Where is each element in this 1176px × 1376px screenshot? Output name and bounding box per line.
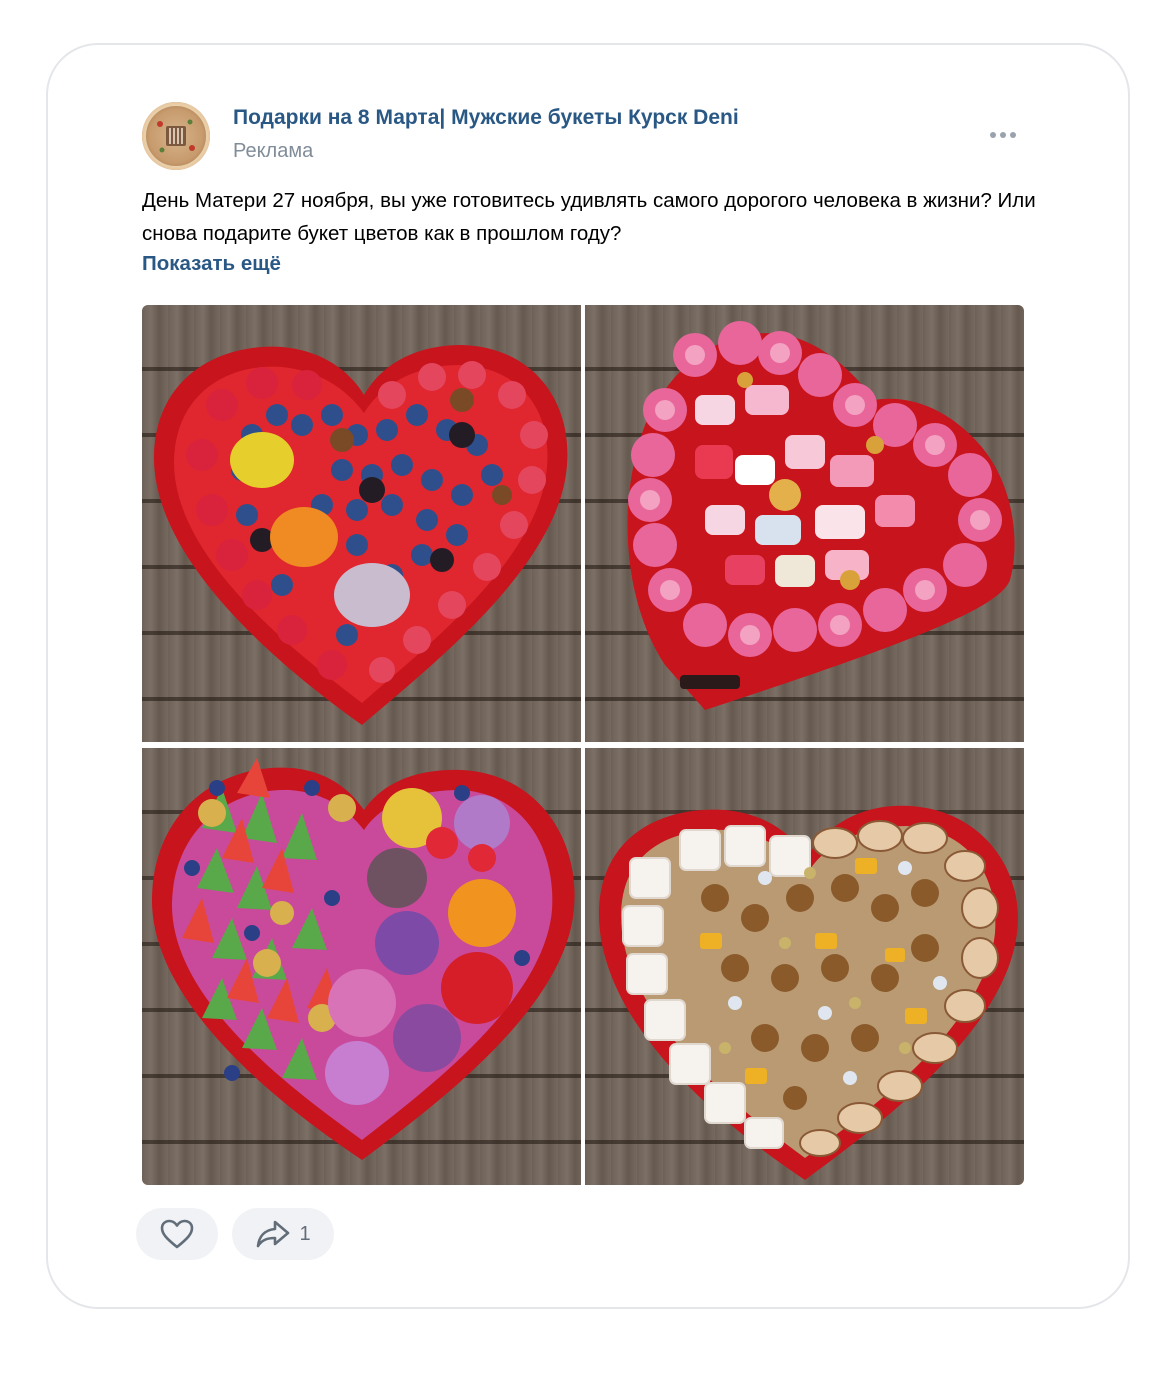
author-name[interactable]: Подарки на 8 Марта| Мужские букеты Курск… [233, 106, 739, 130]
sponsored-label: Реклама [233, 140, 314, 162]
share-count: 1 [299, 1222, 311, 1245]
heart-box-cheese-flowers-image [151, 758, 575, 1160]
heart-box-berries-macarons-image [153, 345, 568, 725]
heart-icon [160, 1219, 194, 1249]
post-photo-4[interactable] [585, 748, 1024, 1185]
post-text: День Матери 27 ноября, вы уже готовитесь… [142, 189, 1036, 245]
heart-box-roses-marshmallow-image [627, 321, 1015, 710]
post-photo-3[interactable] [142, 748, 581, 1185]
more-options-button[interactable] [985, 120, 1021, 150]
post-photo-1[interactable] [142, 305, 581, 742]
heart-box-nuts-dried-fruit-image [598, 805, 1018, 1180]
author-avatar[interactable] [142, 102, 210, 170]
like-button[interactable] [136, 1208, 218, 1260]
show-more-link[interactable]: Показать ещё [142, 252, 281, 276]
more-icon [990, 132, 1016, 138]
share-icon [257, 1220, 290, 1248]
share-button[interactable]: 1 [232, 1208, 334, 1260]
logo-icon [144, 104, 208, 168]
post-photo-2[interactable] [585, 305, 1024, 742]
